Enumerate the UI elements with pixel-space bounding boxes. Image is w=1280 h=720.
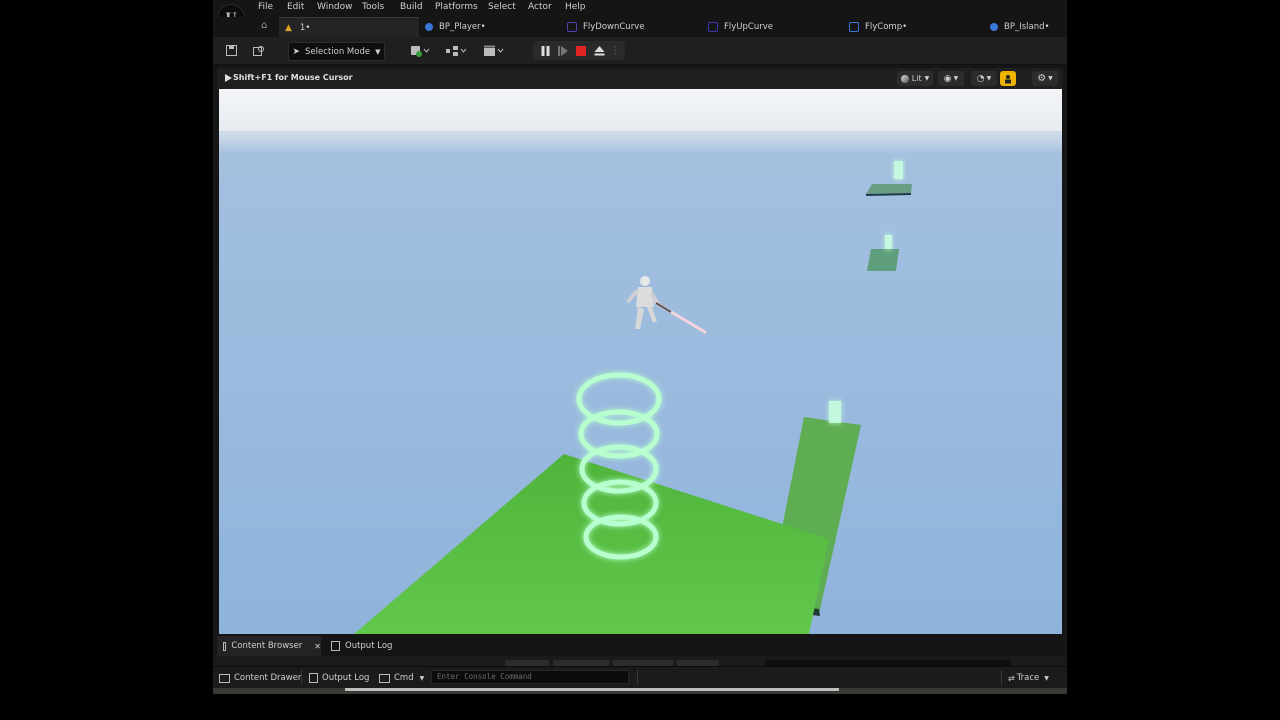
background-strip bbox=[213, 688, 1067, 694]
play-controls-group: ⋮ bbox=[533, 41, 625, 60]
menu-build[interactable]: Build bbox=[400, 2, 423, 12]
menu-edit[interactable]: Edit bbox=[287, 2, 304, 12]
menu-tools[interactable]: Tools bbox=[362, 2, 384, 12]
tab-label: BP_Island• bbox=[1004, 22, 1050, 32]
tab-label: FlyDownCurve bbox=[583, 22, 645, 32]
chevron-down-icon: ▼ bbox=[953, 75, 959, 82]
level-icon: ▲ bbox=[285, 22, 292, 33]
menu-actor[interactable]: Actor bbox=[528, 2, 552, 12]
log-icon bbox=[309, 673, 318, 683]
tab-bp-island[interactable]: BP_Island• bbox=[990, 17, 1050, 37]
close-icon[interactable]: ✕ bbox=[314, 642, 321, 651]
trace-dropdown[interactable]: ⇄ Trace ▼ bbox=[1008, 671, 1049, 685]
show-flags-dropdown[interactable]: ◉ ▼ bbox=[938, 71, 964, 86]
tab-fly-down-curve[interactable]: FlyDownCurve bbox=[567, 17, 644, 37]
gauge-icon: ◔ bbox=[976, 73, 985, 84]
cinematics-button[interactable] bbox=[481, 42, 507, 59]
content-drawer-button[interactable]: Content Drawer bbox=[219, 671, 301, 685]
selection-mode-label: Selection Mode bbox=[305, 46, 371, 57]
chevron-down-icon: ▼ bbox=[986, 75, 992, 82]
play-indicator-icon bbox=[225, 74, 232, 82]
view-mode-lit-dropdown[interactable]: Lit ▼ bbox=[897, 71, 933, 86]
browse-icon[interactable] bbox=[251, 42, 267, 59]
divider bbox=[637, 670, 638, 685]
cmd-label: Cmd bbox=[394, 673, 414, 683]
lit-label: Lit bbox=[911, 74, 922, 83]
mouse-cursor-hint: Shift+F1 for Mouse Cursor bbox=[233, 73, 353, 82]
folder-icon bbox=[223, 641, 227, 651]
viewport-toolbar: Shift+F1 for Mouse Cursor Lit ▼ ◉ ▼ ◔ ▼ … bbox=[217, 68, 1063, 89]
tab-bp-player[interactable]: BP_Player• bbox=[425, 17, 486, 37]
chevron-down-icon: ▼ bbox=[1044, 674, 1049, 682]
cmd-dropdown[interactable]: Cmd ▼ bbox=[379, 671, 424, 685]
curve-icon bbox=[708, 22, 718, 32]
more-options-icon[interactable]: ⋮ bbox=[609, 42, 621, 59]
curve-icon bbox=[567, 22, 577, 32]
tab-label: Output Log bbox=[345, 641, 393, 651]
divider bbox=[301, 670, 302, 685]
tab-fly-comp[interactable]: FlyComp• bbox=[849, 17, 907, 37]
selection-mode-dropdown[interactable]: ➤ Selection Mode ▼ bbox=[288, 42, 385, 61]
trace-label: Trace bbox=[1016, 673, 1040, 683]
chevron-down-icon: ▼ bbox=[1048, 75, 1053, 82]
tab-label: FlyComp• bbox=[865, 22, 908, 32]
gear-icon: ⚙ bbox=[1037, 73, 1047, 84]
content-browser-strip bbox=[213, 656, 1067, 666]
chevron-down-icon: ▼ bbox=[419, 674, 425, 682]
menu-file[interactable]: File bbox=[258, 2, 273, 12]
log-icon bbox=[331, 641, 340, 651]
tab-fly-up-curve[interactable]: FlyUpCurve bbox=[708, 17, 773, 37]
frame-skip-icon[interactable] bbox=[555, 42, 571, 59]
output-log-label: Output Log bbox=[322, 673, 370, 683]
blueprint-icon bbox=[425, 23, 433, 31]
stop-button[interactable] bbox=[573, 42, 589, 59]
blueprint-icon bbox=[990, 23, 998, 31]
tab-level[interactable]: ▲ 1• bbox=[279, 17, 419, 37]
bottom-panel-tabs: Content Browser ✕ Output Log bbox=[213, 636, 1067, 656]
eject-icon[interactable] bbox=[591, 42, 607, 59]
component-icon bbox=[849, 22, 859, 32]
content-drawer-label: Content Drawer bbox=[234, 673, 302, 683]
clouds bbox=[219, 89, 1062, 131]
chevron-down-icon: ▼ bbox=[924, 75, 930, 82]
eye-icon: ◉ bbox=[943, 73, 952, 84]
eject-possess-button[interactable] bbox=[1000, 71, 1016, 86]
drawer-icon bbox=[219, 673, 230, 683]
tab-label: Content Browser bbox=[231, 641, 303, 651]
console-placeholder: Enter Console Command bbox=[437, 672, 532, 681]
trace-icon: ⇄ bbox=[1008, 673, 1015, 683]
level-viewport[interactable] bbox=[219, 89, 1062, 634]
pause-icon[interactable] bbox=[537, 42, 553, 59]
save-icon[interactable] bbox=[223, 42, 239, 59]
menu-platforms[interactable]: Platforms bbox=[435, 2, 478, 12]
terminal-icon bbox=[379, 673, 390, 683]
menu-select[interactable]: Select bbox=[488, 2, 516, 12]
status-bar: Content Drawer Output Log Cmd ▼ Enter Co… bbox=[213, 666, 1067, 689]
home-icon[interactable]: ⌂ bbox=[261, 20, 267, 31]
output-log-button[interactable]: Output Log bbox=[309, 671, 369, 685]
chevron-down-icon: ▼ bbox=[375, 47, 381, 56]
pawn-icon bbox=[1005, 74, 1011, 83]
cursor-icon: ➤ bbox=[292, 46, 301, 57]
tab-label: BP_Player• bbox=[439, 22, 486, 32]
tab-output-log[interactable]: Output Log bbox=[331, 636, 392, 656]
scalability-dropdown[interactable]: ◔ ▼ bbox=[971, 71, 997, 86]
divider bbox=[1001, 670, 1002, 685]
game-scene bbox=[219, 89, 1062, 634]
unreal-editor-window: U File Edit Window Tools Build Platforms… bbox=[213, 0, 1067, 694]
tab-label: FlyUpCurve bbox=[724, 22, 773, 32]
add-actor-button[interactable] bbox=[408, 42, 432, 59]
menu-window[interactable]: Window bbox=[317, 2, 353, 12]
main-toolbar: ➤ Selection Mode ▼ ⋮ bbox=[213, 37, 1067, 65]
tab-content-browser[interactable]: Content Browser ✕ bbox=[217, 636, 321, 656]
menu-help[interactable]: Help bbox=[565, 2, 586, 12]
tab-label: 1• bbox=[299, 22, 311, 33]
viewport-settings-dropdown[interactable]: ⚙ ▼ bbox=[1032, 71, 1058, 86]
console-command-input[interactable]: Enter Console Command bbox=[431, 670, 629, 684]
blueprint-menu-button[interactable] bbox=[443, 42, 469, 59]
lit-sphere-icon bbox=[900, 74, 909, 83]
